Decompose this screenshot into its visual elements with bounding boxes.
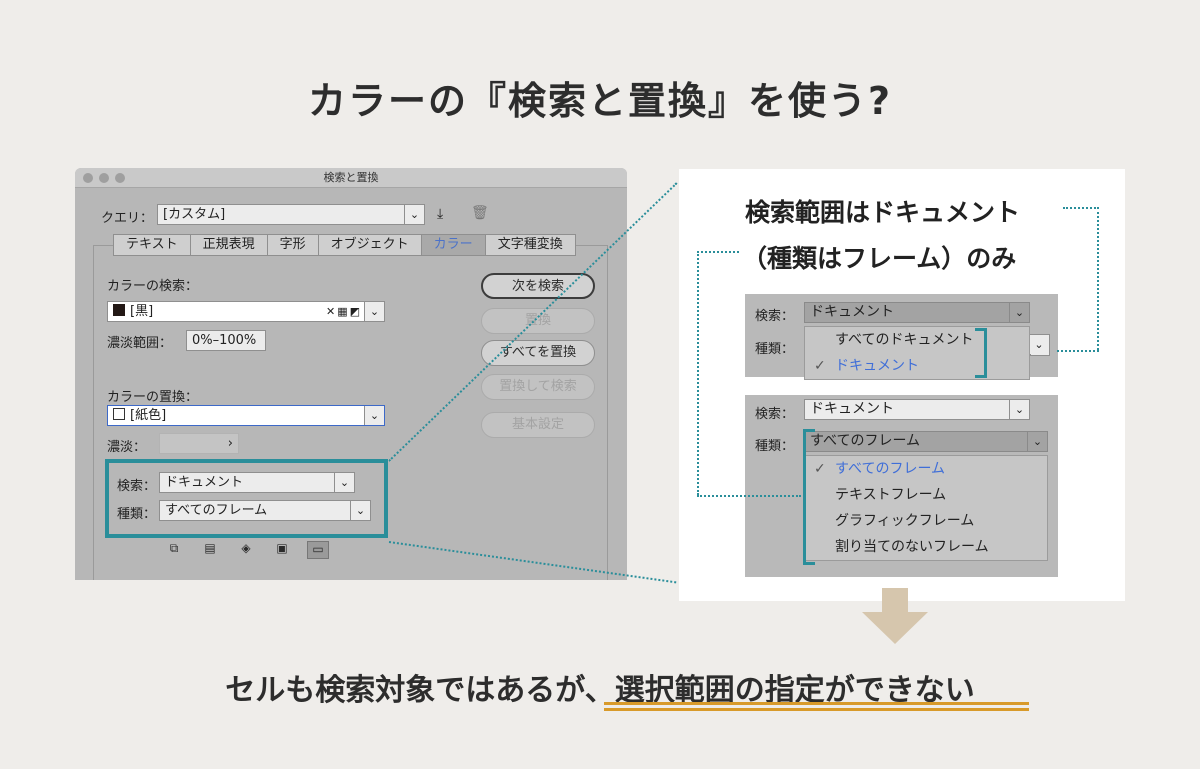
- guide-line: [697, 495, 801, 497]
- panel-heading-1: 検索範囲はドキュメント: [745, 198, 1021, 227]
- minimize-window-icon[interactable]: [99, 173, 109, 183]
- arrow-down-icon: [862, 588, 928, 644]
- replace-color-value: [紙色]: [130, 408, 167, 423]
- guide-line: [697, 251, 699, 495]
- chevron-down-icon[interactable]: ⌄: [1009, 400, 1029, 419]
- hidden-layers-icon[interactable]: ◈: [235, 541, 257, 559]
- locked-stories-icon[interactable]: ▤: [199, 541, 221, 559]
- basic-settings-button[interactable]: 基本設定: [481, 412, 595, 438]
- dialog-titlebar: 検索と置換: [75, 168, 627, 188]
- highlight-box: [105, 459, 388, 538]
- chevron-down-icon[interactable]: ⌄: [1029, 335, 1049, 354]
- detail-panel: 検索範囲はドキュメント （種類はフレーム）のみ 検索： ドキュメント ⌄ 種類：…: [679, 169, 1125, 601]
- black-swatch-icon: [113, 304, 125, 316]
- menu-item-text-frame[interactable]: テキストフレーム: [805, 482, 1047, 508]
- type-label: 種類：: [117, 507, 157, 522]
- tab-bar: テキスト 正規表現 字形 オブジェクト カラー 文字種変換: [113, 234, 576, 256]
- find-color-value: [黒]: [130, 304, 154, 319]
- search-options-bar: ⧉ ▤ ◈ ▣ ▭: [163, 541, 329, 559]
- chevron-down-icon[interactable]: ⌄: [334, 473, 354, 492]
- replace-find-button[interactable]: 置換して検索: [481, 374, 595, 400]
- menu-item-all-documents[interactable]: すべてのドキュメント: [805, 327, 1029, 353]
- master-pages-icon[interactable]: ▣: [271, 541, 293, 559]
- footnotes-icon[interactable]: ▭: [307, 541, 329, 559]
- type-dropdown: すべてのフレーム テキストフレーム グラフィックフレーム 割り当てのないフレーム: [804, 455, 1048, 561]
- type-value: すべてのフレーム: [165, 503, 268, 518]
- type-select[interactable]: すべてのフレーム ⌄: [159, 500, 371, 521]
- search-label: 検索：: [117, 479, 157, 494]
- emphasis-underline: [604, 702, 1029, 714]
- tab-object[interactable]: オブジェクト: [318, 234, 422, 256]
- chevron-down-icon[interactable]: ⌄: [364, 406, 384, 425]
- tint-field[interactable]: ›: [159, 433, 239, 454]
- chevron-down-icon[interactable]: ⌄: [1027, 432, 1047, 451]
- menu-item-unassigned-frame[interactable]: 割り当てのないフレーム: [805, 534, 1047, 560]
- page-title: カラーの『検索と置換』を使う?: [307, 79, 893, 123]
- scope-screenshot: 検索： ドキュメント ⌄ 種類： ⌄ すべてのドキュメント ドキュメント: [745, 294, 1058, 380]
- save-query-icon[interactable]: ⤓: [437, 206, 443, 222]
- query-value: [カスタム]: [163, 207, 226, 222]
- bracket-marker: [803, 429, 815, 565]
- replace-color-field[interactable]: [紙色] ⌄: [107, 405, 385, 426]
- type-screenshot: 検索： ドキュメント ⌄ 種類： すべてのフレーム ⌄ すべてのフレーム テキス…: [745, 395, 1058, 577]
- locked-layers-icon[interactable]: ⧉: [163, 541, 185, 559]
- type-select[interactable]: すべてのフレーム ⌄: [804, 431, 1048, 452]
- guide-line: [1097, 207, 1099, 350]
- scope-dropdown: すべてのドキュメント ドキュメント: [804, 326, 1030, 380]
- tab-color[interactable]: カラー: [421, 234, 486, 256]
- query-select[interactable]: [カスタム] ⌄: [157, 204, 425, 225]
- find-color-label: カラーの検索：: [107, 279, 199, 294]
- chevron-down-icon[interactable]: ⌄: [350, 501, 370, 520]
- dialog-title: 検索と置換: [323, 171, 379, 184]
- search-value: ドキュメント: [810, 401, 894, 417]
- guide-line: [1063, 207, 1099, 209]
- tint-range-label: 濃淡範囲：: [107, 336, 173, 351]
- type-value: すべてのフレーム: [810, 433, 921, 449]
- tab-grep[interactable]: 正規表現: [190, 234, 268, 256]
- tab-transliterate[interactable]: 文字種変換: [485, 234, 576, 256]
- guide-line: [1057, 350, 1099, 352]
- conclusion-part1: セルも検索対象ではあるが、: [225, 673, 615, 708]
- delete-query-icon[interactable]: 🗑: [471, 205, 489, 221]
- find-color-field[interactable]: [黒] ✕▦◩ ⌄: [107, 301, 385, 322]
- panel-heading-2: （種類はフレーム）のみ: [742, 244, 1017, 273]
- search-label: 検索：: [755, 407, 795, 422]
- menu-item-all-frames[interactable]: すべてのフレーム: [805, 456, 1047, 482]
- tint-label: 濃淡：: [107, 440, 147, 455]
- menu-item-graphic-frame[interactable]: グラフィックフレーム: [805, 508, 1047, 534]
- replace-button[interactable]: 置換: [481, 308, 595, 334]
- window-controls: [83, 173, 125, 183]
- paper-swatch-icon: [113, 408, 125, 420]
- search-select[interactable]: ドキュメント ⌄: [804, 399, 1030, 420]
- search-select[interactable]: ドキュメント ⌄: [159, 472, 355, 493]
- search-value: ドキュメント: [165, 475, 244, 490]
- chevron-down-icon[interactable]: ⌄: [364, 302, 384, 321]
- bracket-marker: [975, 328, 987, 378]
- guide-line: [697, 251, 739, 253]
- close-window-icon[interactable]: [83, 173, 93, 183]
- type-label: 種類：: [755, 439, 795, 454]
- zoom-window-icon[interactable]: [115, 173, 125, 183]
- replace-color-label: カラーの置換：: [107, 390, 199, 405]
- chevron-down-icon[interactable]: ⌄: [1009, 303, 1029, 322]
- chevron-down-icon[interactable]: ⌄: [404, 205, 424, 224]
- search-value: ドキュメント: [810, 304, 894, 320]
- tab-text[interactable]: テキスト: [113, 234, 191, 256]
- search-select[interactable]: ドキュメント ⌄: [804, 302, 1030, 323]
- tint-range-field[interactable]: 0%–100%: [186, 330, 266, 351]
- type-select[interactable]: ⌄: [1029, 334, 1050, 356]
- menu-item-document[interactable]: ドキュメント: [805, 353, 1029, 379]
- find-replace-dialog: 検索と置換 クエリ： [カスタム] ⌄ ⤓ 🗑 テキスト 正規表現 字形 オブジ…: [75, 168, 627, 580]
- chevron-right-icon[interactable]: ›: [228, 434, 233, 453]
- tab-glyph[interactable]: 字形: [267, 234, 319, 256]
- query-label: クエリ：: [101, 211, 154, 226]
- search-label: 検索：: [755, 309, 795, 324]
- type-label: 種類：: [755, 342, 795, 357]
- color-type-icons: ✕▦◩: [325, 305, 362, 318]
